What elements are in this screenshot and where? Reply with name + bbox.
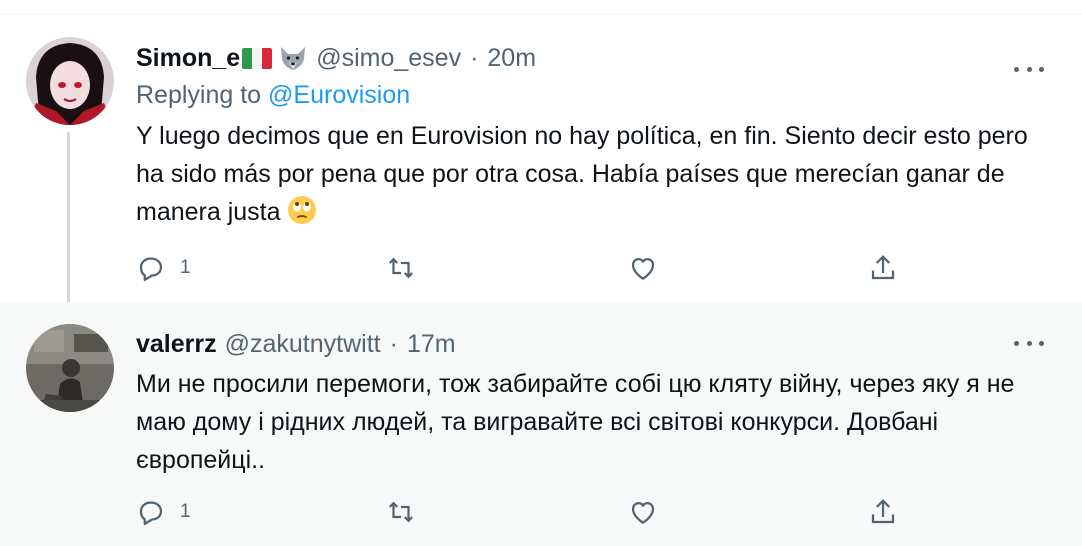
share-button[interactable]	[868, 492, 898, 532]
reply-icon	[139, 501, 163, 525]
share-icon	[871, 499, 895, 524]
share-button[interactable]	[868, 248, 898, 288]
tweet-text: Ми не просили перемоги, тож забирайте со…	[136, 370, 1015, 474]
like-button[interactable]	[628, 248, 658, 288]
timeline-top-divider	[0, 0, 1082, 15]
timestamp[interactable]: 20m	[487, 44, 536, 73]
face-with-rolling-eyes-icon	[287, 195, 317, 225]
display-name[interactable]: Simon_e	[136, 44, 240, 73]
tweet-header: valerrz @zakutnytwitt · 17m	[136, 329, 456, 359]
reply-count: 1	[180, 501, 191, 522]
tweet-text: Y luego decimos que en Eurovision no hay…	[136, 117, 1056, 231]
tweet[interactable]: Simon_e @simo_esev · 20m Replying to @Eu…	[0, 15, 1082, 317]
tweet-actions: 1	[136, 248, 916, 288]
italy-flag-icon	[242, 47, 273, 69]
reply-button[interactable]: 1	[136, 248, 191, 288]
separator-dot: ·	[470, 43, 479, 72]
retweet-button[interactable]	[386, 492, 416, 532]
reply-count: 1	[180, 257, 191, 278]
like-button[interactable]	[628, 492, 658, 532]
tweet-text-content: Y luego decimos que en Eurovision no hay…	[136, 122, 1028, 226]
tweet-highlighted[interactable]: valerrz @zakutnytwitt · 17m Ми не просил…	[0, 302, 1082, 546]
retweet-button[interactable]	[386, 248, 416, 288]
user-handle[interactable]: @zakutnytwitt	[225, 330, 381, 359]
replying-to: Replying to @Eurovision	[136, 81, 410, 110]
retweet-icon	[388, 501, 414, 523]
share-icon	[871, 255, 895, 280]
wolf-icon	[278, 45, 308, 71]
replying-to-label: Replying to	[136, 81, 269, 109]
like-icon	[631, 502, 655, 524]
user-handle[interactable]: @simo_esev	[316, 44, 461, 73]
thread-connector-line	[67, 132, 70, 317]
reply-icon	[139, 257, 163, 281]
tweet-actions: 1	[136, 492, 916, 532]
reply-button[interactable]: 1	[136, 492, 191, 532]
separator-dot: ·	[389, 329, 398, 358]
retweet-icon	[388, 257, 414, 279]
tweet-header: Simon_e @simo_esev · 20m	[136, 43, 536, 73]
mentioned-user-link[interactable]: @Eurovision	[268, 81, 410, 109]
avatar[interactable]	[26, 37, 114, 125]
display-name[interactable]: valerrz	[136, 330, 217, 359]
more-icon[interactable]	[1014, 59, 1044, 79]
more-icon[interactable]	[1014, 333, 1044, 353]
like-icon	[631, 258, 655, 280]
timestamp[interactable]: 17m	[407, 330, 456, 359]
avatar[interactable]	[26, 324, 114, 412]
